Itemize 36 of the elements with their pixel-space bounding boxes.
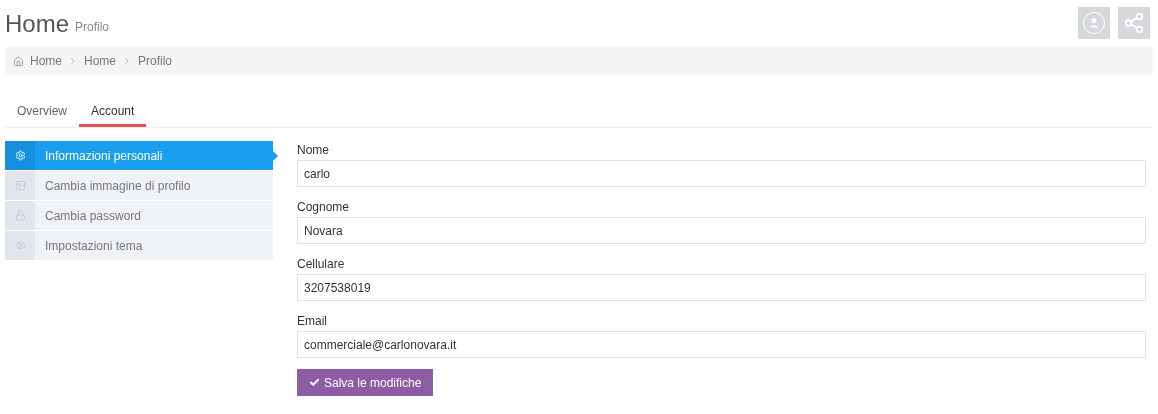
input-field[interactable]: commerciale@carlonovara.it bbox=[297, 331, 1146, 358]
sidebar-label: Cambia immagine di profilo bbox=[45, 177, 191, 195]
tab[interactable]: Account bbox=[79, 97, 147, 127]
sidebar-item[interactable]: Cambia immagine di profilo bbox=[5, 171, 273, 201]
tab[interactable]: Overview bbox=[5, 97, 79, 127]
sidebar-item[interactable]: Informazioni personali bbox=[5, 141, 273, 171]
breadcrumb-link[interactable]: Profilo bbox=[138, 52, 173, 70]
settings-icon bbox=[14, 150, 26, 161]
input-field[interactable]: carlo bbox=[297, 160, 1146, 187]
share-button[interactable] bbox=[1118, 7, 1150, 39]
image-icon bbox=[14, 180, 26, 191]
field-label: Cellulare bbox=[297, 256, 346, 273]
field-label: Nome bbox=[297, 142, 330, 159]
page-title: Home bbox=[5, 12, 70, 36]
input-field[interactable]: Novara bbox=[297, 217, 1146, 244]
sidebar-label: Informazioni personali bbox=[45, 147, 163, 165]
sidebar-item[interactable]: Cambia password bbox=[5, 201, 273, 231]
user-circle-button[interactable] bbox=[1078, 7, 1110, 39]
field-label: Cognome bbox=[297, 199, 351, 216]
lock-icon bbox=[14, 210, 26, 221]
home-icon bbox=[13, 55, 24, 67]
sidebar-label: Impostazioni tema bbox=[45, 237, 143, 255]
pointer-arrow-icon bbox=[273, 151, 278, 161]
breadcrumb-link[interactable]: Home bbox=[84, 52, 117, 70]
sidebar-label: Cambia password bbox=[45, 207, 142, 225]
user-circle-icon bbox=[1082, 11, 1106, 35]
eye-icon bbox=[14, 240, 26, 251]
field-label: Email bbox=[297, 313, 328, 330]
share-icon bbox=[1123, 12, 1145, 34]
save-button[interactable]: Salva le modifiche bbox=[297, 369, 434, 396]
page-subtitle: Profilo bbox=[75, 19, 110, 36]
sidebar-item[interactable]: Impostazioni tema bbox=[5, 231, 273, 261]
input-field[interactable]: 3207538019 bbox=[297, 274, 1146, 301]
breadcrumb-link[interactable]: Home bbox=[30, 52, 62, 70]
check-icon bbox=[309, 377, 320, 388]
chevron-icon bbox=[68, 56, 78, 66]
